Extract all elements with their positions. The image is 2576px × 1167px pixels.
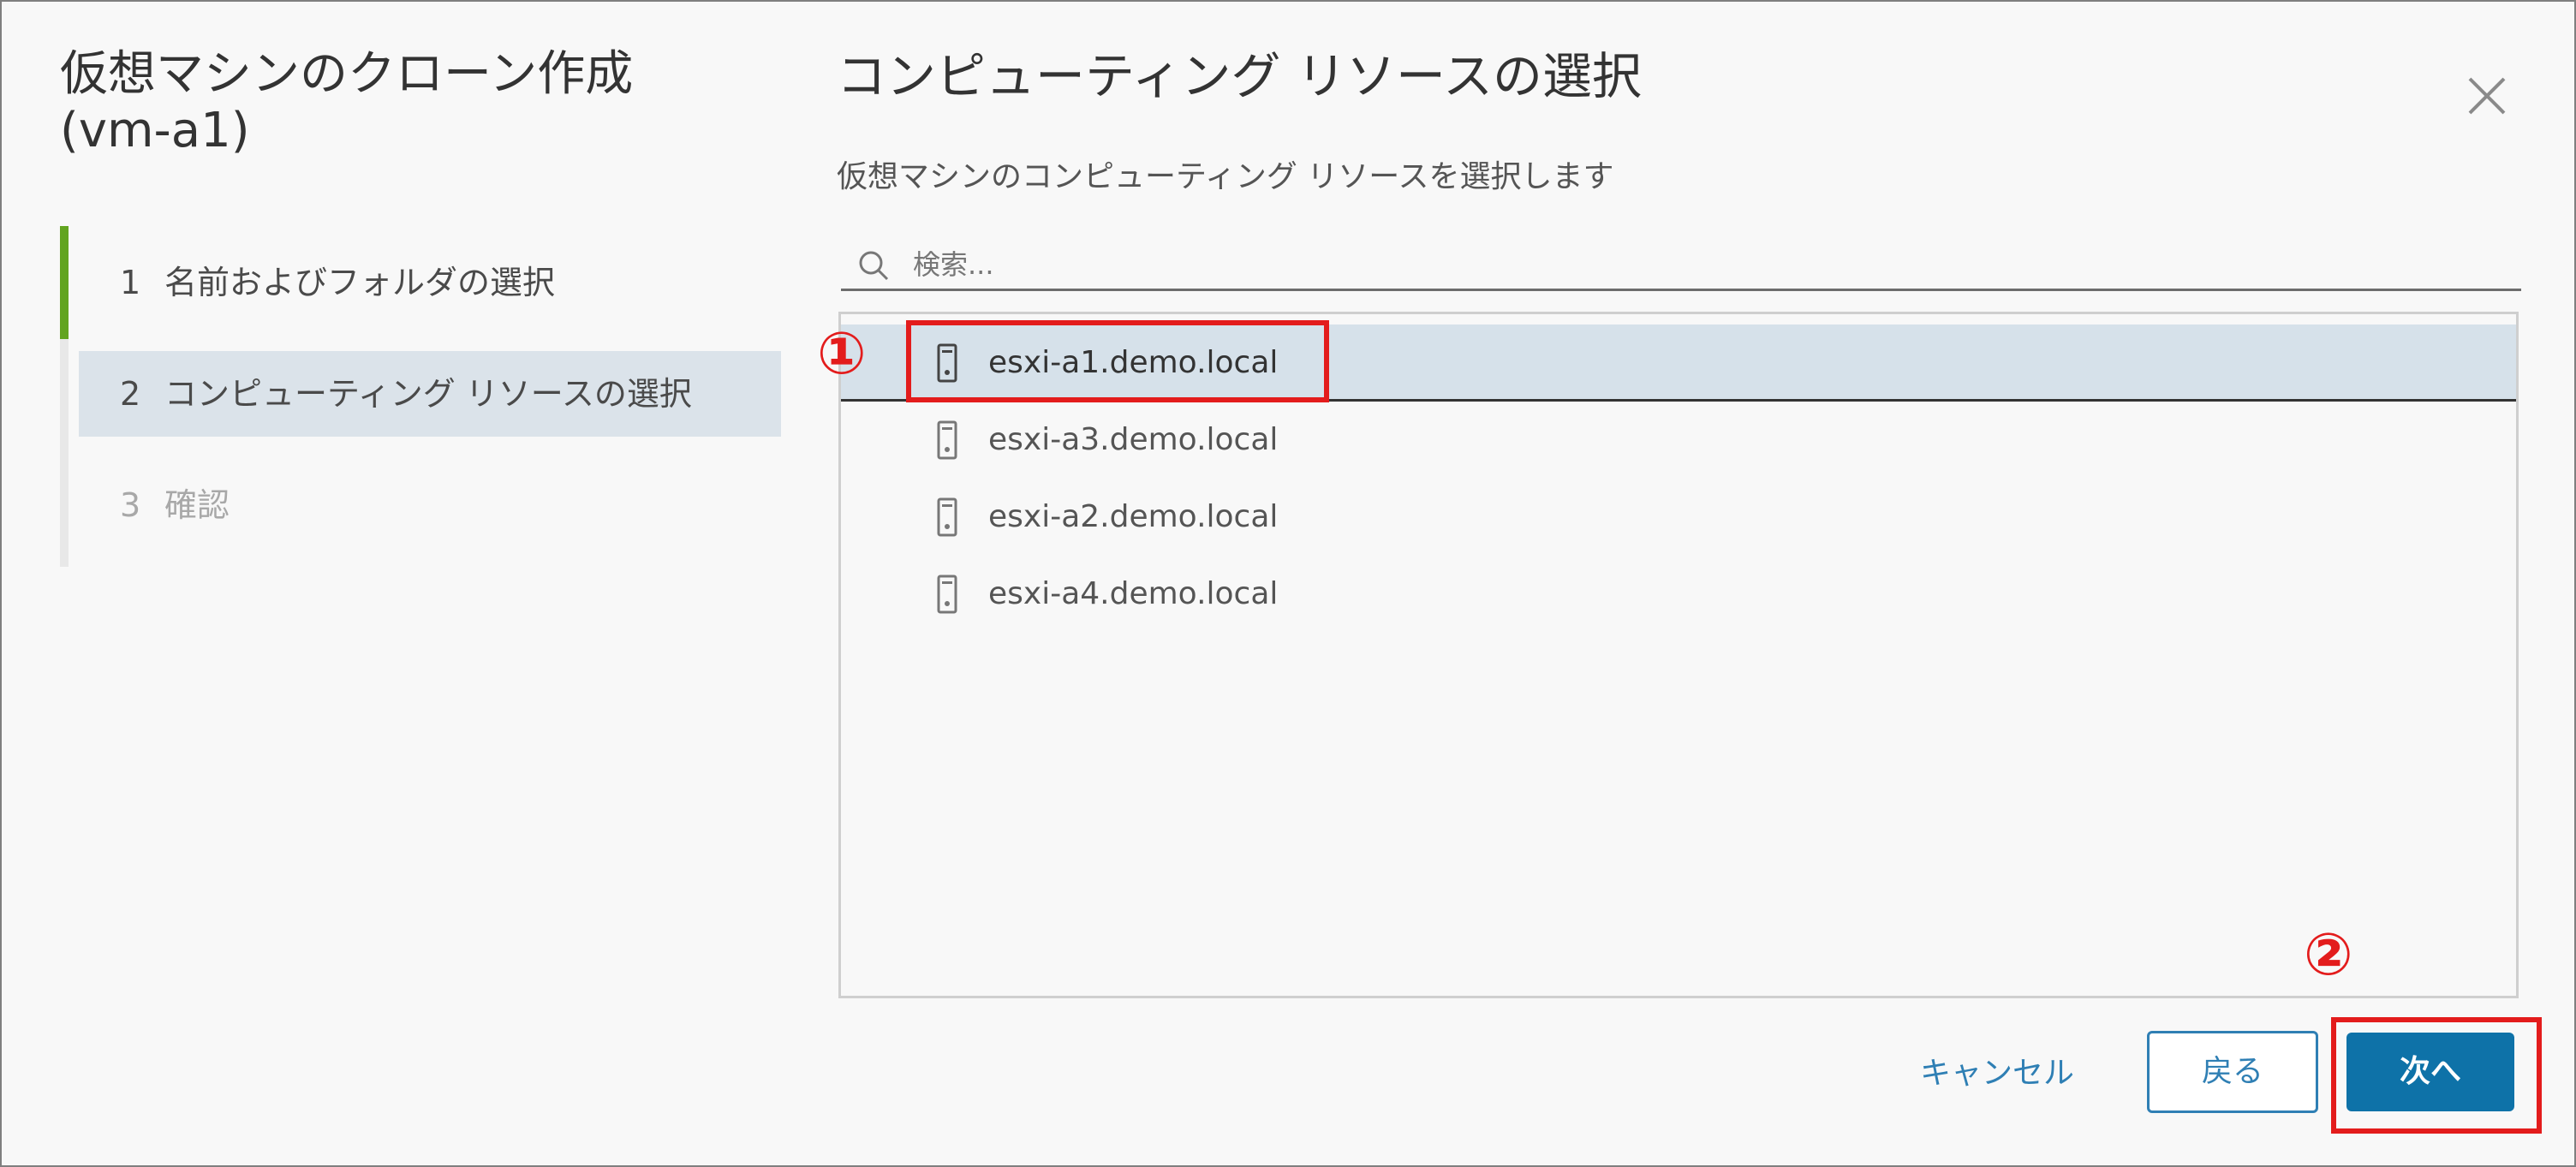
- annotation-box-next-button: [2331, 1017, 2542, 1134]
- list-item-host-esxi-a4[interactable]: esxi-a4.demo.local: [841, 556, 2516, 633]
- step-name-and-folder[interactable]: 1 名前およびフォルダの選択: [79, 240, 781, 325]
- wizard-title: 仮想マシンのクローン作成 (vm-a1): [60, 46, 728, 159]
- host-icon: [937, 497, 957, 537]
- step-review: 3 確認: [79, 462, 781, 548]
- step-label: 名前およびフォルダの選択: [164, 264, 556, 301]
- wizard-title-line1: 仮想マシンのクローン作成: [60, 46, 634, 102]
- close-icon: [2468, 77, 2506, 115]
- list-item-host-esxi-a2[interactable]: esxi-a2.demo.local: [841, 479, 2516, 556]
- step-label: 確認: [164, 486, 230, 524]
- back-button[interactable]: 戻る: [2147, 1031, 2318, 1113]
- search-icon: [859, 251, 889, 281]
- close-button[interactable]: [2465, 74, 2509, 118]
- annotation-box-host-selection: [906, 320, 1329, 402]
- step-number: 1: [120, 264, 141, 301]
- annotation-marker-1: ①: [817, 320, 867, 388]
- page-subtitle: 仮想マシンのコンピューティング リソースを選択します: [837, 159, 1614, 194]
- host-name: esxi-a2.demo.local: [988, 499, 1279, 534]
- list-item-host-esxi-a3[interactable]: esxi-a3.demo.local: [841, 402, 2516, 479]
- host-icon: [937, 420, 957, 460]
- host-name: esxi-a4.demo.local: [988, 576, 1279, 611]
- wizard-steps: 1 名前およびフォルダの選択 2 コンピューティング リソースの選択 3 確認: [60, 226, 781, 567]
- host-name: esxi-a3.demo.local: [988, 422, 1279, 457]
- annotation-marker-2: ②: [2304, 921, 2353, 989]
- step-label: コンピューティング リソースの選択: [164, 375, 692, 413]
- step-progress-completed: [60, 226, 69, 339]
- step-compute-resource[interactable]: 2 コンピューティング リソースの選択: [79, 351, 781, 437]
- step-number: 3: [120, 486, 141, 524]
- step-number: 2: [120, 375, 141, 413]
- compute-resource-list: esxi-a1.demo.local esxi-a3.demo.local es…: [838, 312, 2519, 998]
- search-bar: [841, 240, 2521, 291]
- search-input[interactable]: [913, 243, 2454, 286]
- cancel-button[interactable]: キャンセル: [1911, 1046, 2083, 1101]
- wizard-title-vm-name: (vm-a1): [60, 103, 250, 158]
- clone-vm-dialog: 仮想マシンのクローン作成 (vm-a1) 1 名前およびフォルダの選択 2 コンピュ…: [0, 0, 2576, 1167]
- host-icon: [937, 575, 957, 614]
- page-title: コンピューティング リソースの選択: [837, 47, 1643, 105]
